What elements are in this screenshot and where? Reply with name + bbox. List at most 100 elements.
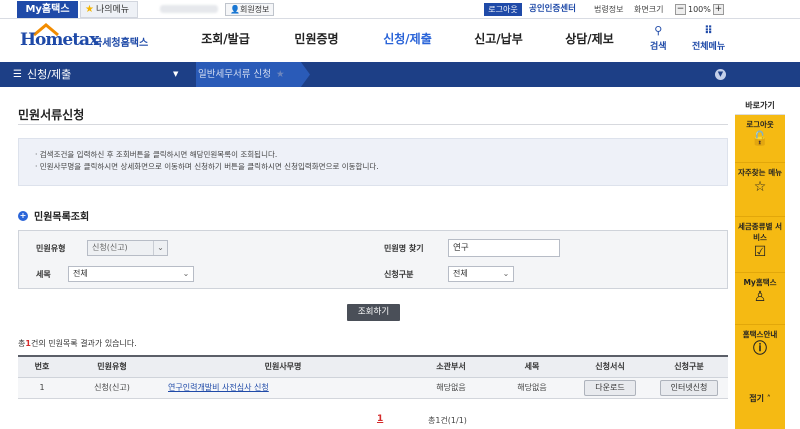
logout-button[interactable]: 로그아웃 xyxy=(484,3,522,16)
all-menu-label: 전체메뉴 xyxy=(692,42,726,52)
main-nav: 조회/발급 민원증명 신청/제출 신고/납부 상담/제보 xyxy=(180,19,635,60)
quick-guide-label: 홈택스안내 xyxy=(742,330,778,339)
star-icon: ☆ xyxy=(753,179,767,195)
chevron-up-icon: ˄ xyxy=(766,394,771,403)
info-text-1: 검색조건을 입력하신 후 조회버튼을 클릭하시면 해당민원목록이 조회됩니다. xyxy=(39,150,278,159)
search-icon: ⚲ xyxy=(654,24,663,37)
breadcrumb-menu-dropdown[interactable]: ☰ 신청/제출 ▼ xyxy=(0,62,190,87)
col-header-name: 민원사무명 xyxy=(158,355,408,378)
logo-mark: Hometax xyxy=(20,30,99,50)
my-menu-label: 나의메뉴 xyxy=(95,5,130,15)
zoom-control: − 100% + xyxy=(675,3,724,16)
caret-down-icon: ▼ xyxy=(173,70,179,78)
quick-my-hometax[interactable]: My홈택스 ♙ xyxy=(735,273,785,325)
my-hometax-tab[interactable]: My홈택스 xyxy=(17,1,78,18)
info-text-2: 민원사무명을 클릭하시면 상세화면으로 이동하며 신청하기 버튼을 클릭하시면 … xyxy=(39,162,379,171)
member-info-button[interactable]: 👤회원정보 xyxy=(225,3,275,16)
cell-no: 1 xyxy=(18,377,66,399)
logo-text: 국세청홈택스 xyxy=(93,38,149,49)
col-header-tax: 세목 xyxy=(494,355,570,378)
cert-center-link[interactable]: 공인인증센터 xyxy=(529,3,576,16)
internet-apply-button[interactable]: 인터넷신청 xyxy=(659,379,719,396)
result-count: 총1건의 민원목록 결과가 있습니다. xyxy=(18,338,137,349)
kind-select-value: 전체 xyxy=(453,269,468,278)
breadcrumb-menu-label: 신청/제출 xyxy=(27,68,72,81)
type-select-value: 신청(신고) xyxy=(92,243,128,252)
tax-select[interactable]: 전체 ⌄ xyxy=(68,266,194,282)
user-icon: 👤 xyxy=(230,5,240,14)
tax-label: 세목 xyxy=(36,270,51,279)
all-menu-button[interactable]: ⠿ 전체메뉴 xyxy=(692,24,726,53)
search-submit-button[interactable]: 조회하기 xyxy=(347,304,400,321)
cell-apply: 인터넷신청 xyxy=(650,377,728,399)
zoom-in-button[interactable]: + xyxy=(712,4,724,15)
page-total: 총1건(1/1) xyxy=(428,416,467,425)
check-icon: ☑ xyxy=(753,244,767,260)
search-button[interactable]: ⚲ 검색 xyxy=(650,24,667,53)
favorite-star-icon[interactable]: ★ xyxy=(276,69,285,80)
quick-favorites-label: 자주찾는 메뉴 xyxy=(737,168,782,177)
chevron-down-icon[interactable]: ▼ xyxy=(715,69,726,80)
quick-logout-label: 로그아웃 xyxy=(746,120,774,129)
civil-service-link[interactable]: 연구인력개발비 사전심사 신청 xyxy=(168,383,269,392)
quick-guide[interactable]: 홈택스안내 ⓘ xyxy=(735,325,785,371)
cell-name: 연구인력개발비 사전심사 신청 xyxy=(158,377,408,399)
divider xyxy=(18,124,728,125)
zoom-out-button[interactable]: − xyxy=(675,4,686,15)
quick-my-hometax-label: My홈택스 xyxy=(743,278,777,287)
hamburger-icon: ☰ xyxy=(13,69,22,80)
type-select[interactable]: 신청(신고) ⌄ xyxy=(87,240,168,256)
info-icon: ⓘ xyxy=(753,341,767,357)
search-panel: 민원유형 신청(신고) ⌄ 세목 전체 ⌄ 민원명 찾기 연구 신청구분 전체 … xyxy=(18,230,728,289)
grid-icon: ⠿ xyxy=(704,24,713,37)
section-title: + 민원목록조회 xyxy=(18,208,89,223)
zoom-value: 100% xyxy=(688,5,711,14)
tax-select-value: 전체 xyxy=(73,269,88,278)
kind-label: 신청구분 xyxy=(384,270,414,279)
page-number-current[interactable]: 1 xyxy=(377,414,383,424)
cell-type: 신청(신고) xyxy=(66,377,158,399)
name-label: 민원명 찾기 xyxy=(384,244,424,253)
name-search-input[interactable]: 연구 xyxy=(448,239,560,257)
quick-tax-services[interactable]: 세금종류별 서비스 ☑ xyxy=(735,217,785,273)
quick-menu: 바로가기 로그아웃 🔓 자주찾는 메뉴 ☆ 세금종류별 서비스 ☑ My홈택스 … xyxy=(735,97,785,429)
quick-menu-collapse-label: 접기 xyxy=(749,394,764,403)
breadcrumb-sub-label: 일반세무서류 신청 xyxy=(198,69,271,80)
quick-favorites[interactable]: 자주찾는 메뉴 ☆ xyxy=(735,163,785,217)
nav-report[interactable]: 신고/납부 xyxy=(453,19,544,60)
col-header-apply: 신청구분 xyxy=(650,355,728,378)
cell-dept: 해당없음 xyxy=(408,377,494,399)
nav-inquiry[interactable]: 조회/발급 xyxy=(180,19,271,60)
quick-menu-collapse-button[interactable]: 접기 ˄ xyxy=(735,391,785,407)
type-label: 민원유형 xyxy=(36,244,66,253)
chevron-down-icon: ⌄ xyxy=(502,269,510,278)
quick-logout[interactable]: 로그아웃 🔓 xyxy=(735,115,785,163)
download-button[interactable]: 다운로드 xyxy=(584,379,636,396)
nav-counsel[interactable]: 상담/제보 xyxy=(544,19,635,60)
cell-tax: 해당없음 xyxy=(494,377,570,399)
main-header: Hometax 국세청홈택스 조회/발급 민원증명 신청/제출 신고/납부 상담… xyxy=(0,19,800,60)
col-header-no: 번호 xyxy=(18,355,66,378)
blurred-user-name xyxy=(160,5,218,13)
quick-tax-services-label: 세금종류별 서비스 xyxy=(737,222,782,242)
zoom-label: 화면크기 xyxy=(634,5,664,14)
member-info-label: 회원정보 xyxy=(239,5,270,14)
chevron-down-icon: ⌄ xyxy=(182,269,190,278)
quick-menu-head: 바로가기 xyxy=(735,97,785,115)
unlock-icon: 🔓 xyxy=(751,131,769,147)
breadcrumb-sub[interactable]: 일반세무서류 신청 ★ xyxy=(198,62,284,87)
info-box: · 검색조건을 입력하신 후 조회버튼을 클릭하시면 해당민원목록이 조회됩니다… xyxy=(18,138,728,186)
cell-form: 다운로드 xyxy=(570,377,650,399)
table-header-row: 번호 민원유형 민원사무명 소관부서 세목 신청서식 신청구분 xyxy=(18,355,728,378)
plus-circle-icon: + xyxy=(18,210,28,221)
kind-select[interactable]: 전체 ⌄ xyxy=(448,266,514,282)
col-header-dept: 소관부서 xyxy=(408,355,494,378)
col-header-type: 민원유형 xyxy=(66,355,158,378)
law-info-link[interactable]: 법령정보 xyxy=(594,3,623,16)
nav-certificate[interactable]: 민원증명 xyxy=(271,19,362,60)
table-row: 1 신청(신고) 연구인력개발비 사전심사 신청 해당없음 해당없음 다운로드 … xyxy=(18,377,728,399)
my-menu-tab[interactable]: ★ 나의메뉴 xyxy=(80,1,138,18)
hometax-logo[interactable]: Hometax 국세청홈택스 xyxy=(20,23,155,55)
info-line: · 검색조건을 입력하신 후 조회버튼을 클릭하시면 해당민원목록이 조회됩니다… xyxy=(35,150,278,159)
nav-apply[interactable]: 신청/제출 xyxy=(362,19,453,60)
